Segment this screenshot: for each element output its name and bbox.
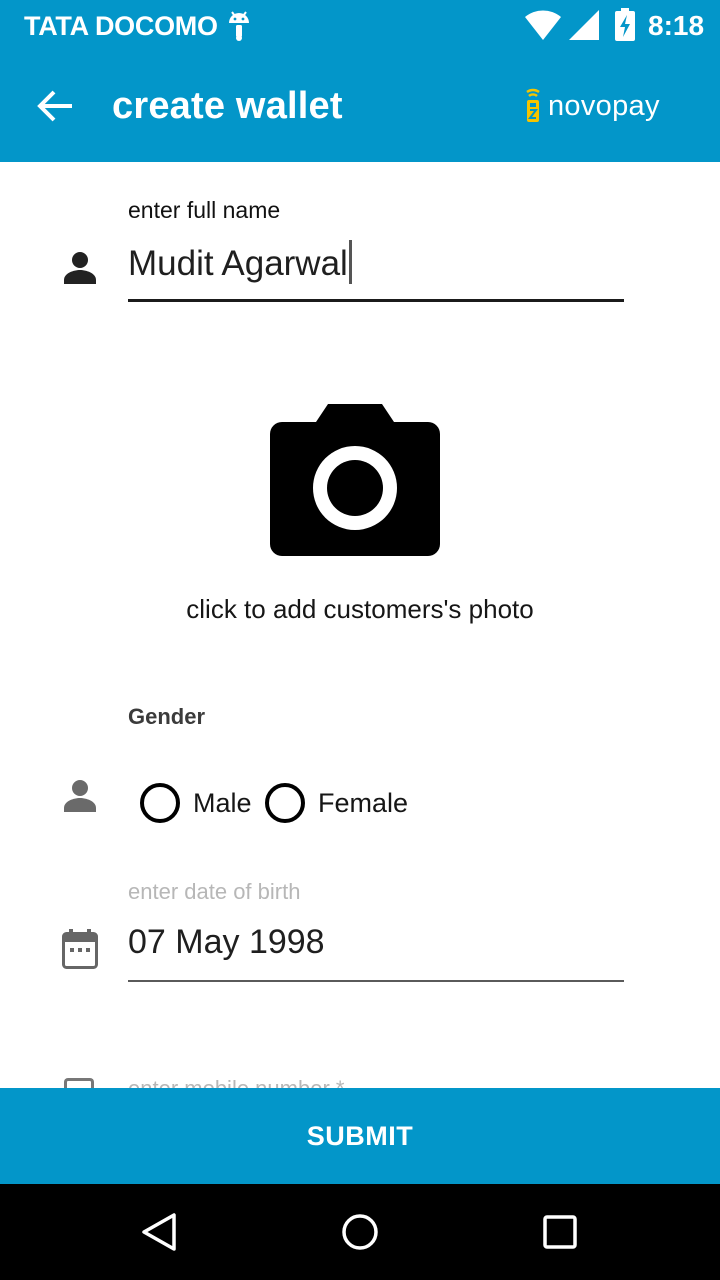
arrow-back-icon[interactable] [36, 86, 76, 126]
android-icon [229, 11, 249, 41]
gender-radio-male[interactable]: Male [140, 783, 252, 823]
text-cursor [348, 240, 352, 284]
clock: 8:18 [648, 10, 705, 41]
mobile-field-label-text: enter mobile number * [128, 1078, 508, 1088]
camera-icon[interactable] [270, 402, 440, 556]
person-icon [64, 252, 96, 284]
page-title: create wallet [112, 85, 343, 127]
name-field-label: enter full name [128, 197, 281, 223]
nav-back-icon[interactable] [140, 1212, 180, 1252]
system-navigation-bar [0, 1184, 720, 1280]
radio-label-male: Male [193, 787, 252, 818]
full-name-input[interactable]: Mudit Agarwal [128, 234, 624, 302]
full-name-value: Mudit Agarwal [128, 244, 348, 283]
gender-radio-female[interactable]: Female [265, 783, 408, 823]
radio-circle[interactable] [140, 783, 180, 823]
radio-circle[interactable] [265, 783, 305, 823]
signal-icon [569, 10, 599, 40]
mobile-icon [64, 1078, 94, 1088]
nav-recents-icon[interactable] [540, 1212, 580, 1252]
wifi-icon [525, 10, 561, 41]
person-icon [64, 780, 96, 812]
brand-logo: novopay [524, 86, 660, 126]
mobile-field-label: enter mobile number * [128, 1078, 508, 1088]
battery-charging-icon [615, 8, 635, 41]
nav-home-icon[interactable] [340, 1212, 380, 1252]
status-bar: TATA DOCOMO 8:18 [0, 0, 720, 52]
date-of-birth-input[interactable]: 07 May 1998 [128, 918, 624, 982]
calendar-icon [62, 929, 98, 969]
brand-name: novopay [548, 89, 660, 122]
novopay-logo-icon [526, 88, 540, 122]
dob-field-label: enter date of birth [128, 879, 301, 904]
submit-button[interactable]: SUBMIT [0, 1088, 720, 1184]
app-bar: create wallet novopay [0, 52, 720, 162]
gender-label: Gender [128, 704, 206, 729]
photo-caption[interactable]: click to add customers's photo [0, 594, 720, 625]
radio-label-female: Female [318, 787, 409, 818]
carrier-name: TATA DOCOMO [24, 11, 218, 41]
